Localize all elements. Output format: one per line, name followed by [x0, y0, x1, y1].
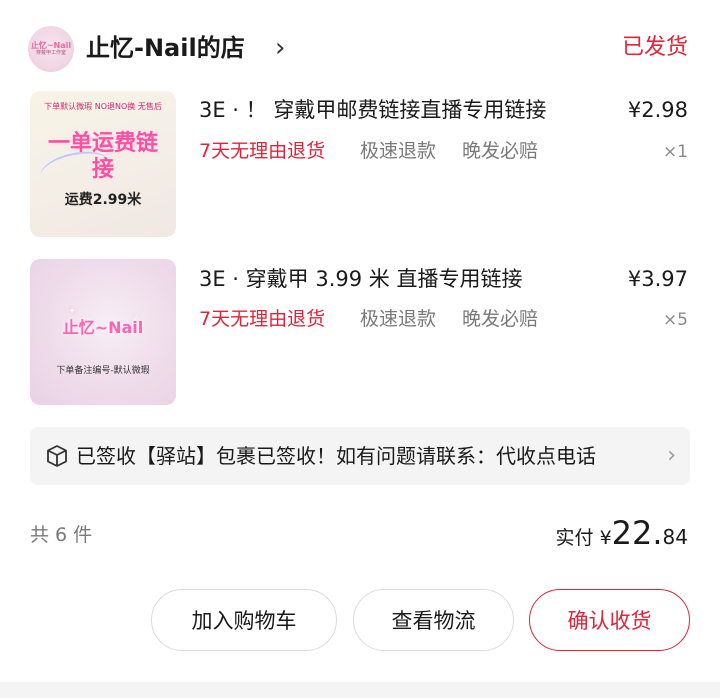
product-price: ¥3.97	[627, 267, 688, 291]
fast-refund-tag: 极速退款	[360, 308, 437, 330]
return-policy-tag: 7天无理由退货	[199, 140, 326, 162]
view-logistics-button[interactable]: 查看物流	[353, 589, 514, 651]
shop-name-link[interactable]: 止忆-Nail的店	[86, 28, 245, 68]
paid-amount: 实付 ¥22.84	[556, 510, 688, 562]
thumbnail-notice-text: 下单默认微瑕 NO退NO换 无售后	[44, 102, 162, 111]
chevron-right-icon[interactable]: ›	[275, 28, 285, 68]
thumbnail-title-text: 止忆~Nail	[62, 318, 144, 337]
add-to-cart-button[interactable]: 加入购物车	[151, 589, 337, 651]
product-title[interactable]: 3E · 穿戴甲 3.99 米 直播专用链接	[199, 262, 612, 296]
shop-avatar[interactable]: 止忆~Nail 穿戴甲工作室	[28, 26, 74, 72]
product-thumbnail-2[interactable]: ✦ ✧ 止忆~Nail 下单备注编号-默认微瑕	[30, 259, 176, 405]
amount-integer: 22.	[611, 514, 663, 552]
chevron-right-icon: ›	[667, 443, 676, 468]
logistics-status-text: 已签收【驿站】包裹已签收！如有问题请联系：代收点电话	[76, 444, 596, 468]
confirm-receipt-button[interactable]: 确认收货	[529, 589, 690, 651]
amount-decimal: 84	[662, 525, 688, 549]
product-thumbnail-1[interactable]: 下单默认微瑕 NO退NO换 无售后 一单运费链接 运费2.99米	[30, 91, 176, 237]
late-delivery-tag: 晚发必赔	[462, 308, 539, 330]
return-policy-tag: 7天无理由退货	[199, 308, 326, 330]
bottom-divider	[0, 682, 720, 698]
item-count: 共 6 件	[30, 524, 93, 546]
package-icon	[47, 445, 67, 467]
thumbnail-note-text: 下单备注编号-默认微瑕	[56, 366, 150, 376]
paid-label: 实付	[555, 527, 594, 549]
product-price: ¥2.98	[627, 98, 688, 122]
thumbnail-title-text: 一单运费链接	[47, 131, 158, 182]
order-status-label: 已发货	[621, 35, 688, 60]
shop-avatar-text: 止忆~Nail	[30, 41, 72, 50]
shop-avatar-subtext: 穿戴甲工作室	[35, 50, 66, 56]
late-delivery-tag: 晚发必赔	[462, 140, 539, 162]
thumbnail-price-text: 运费2.99米	[64, 192, 142, 208]
product-quantity: ×5	[662, 310, 688, 330]
logistics-status-bar[interactable]: 已签收【驿站】包裹已签收！如有问题请联系：代收点电话 ›	[30, 427, 690, 485]
currency-symbol: ¥	[599, 527, 612, 549]
fast-refund-tag: 极速退款	[360, 140, 437, 162]
product-title[interactable]: 3E · ！ 穿戴甲邮费链接直播专用链接	[199, 93, 612, 127]
product-quantity: ×1	[662, 142, 688, 162]
